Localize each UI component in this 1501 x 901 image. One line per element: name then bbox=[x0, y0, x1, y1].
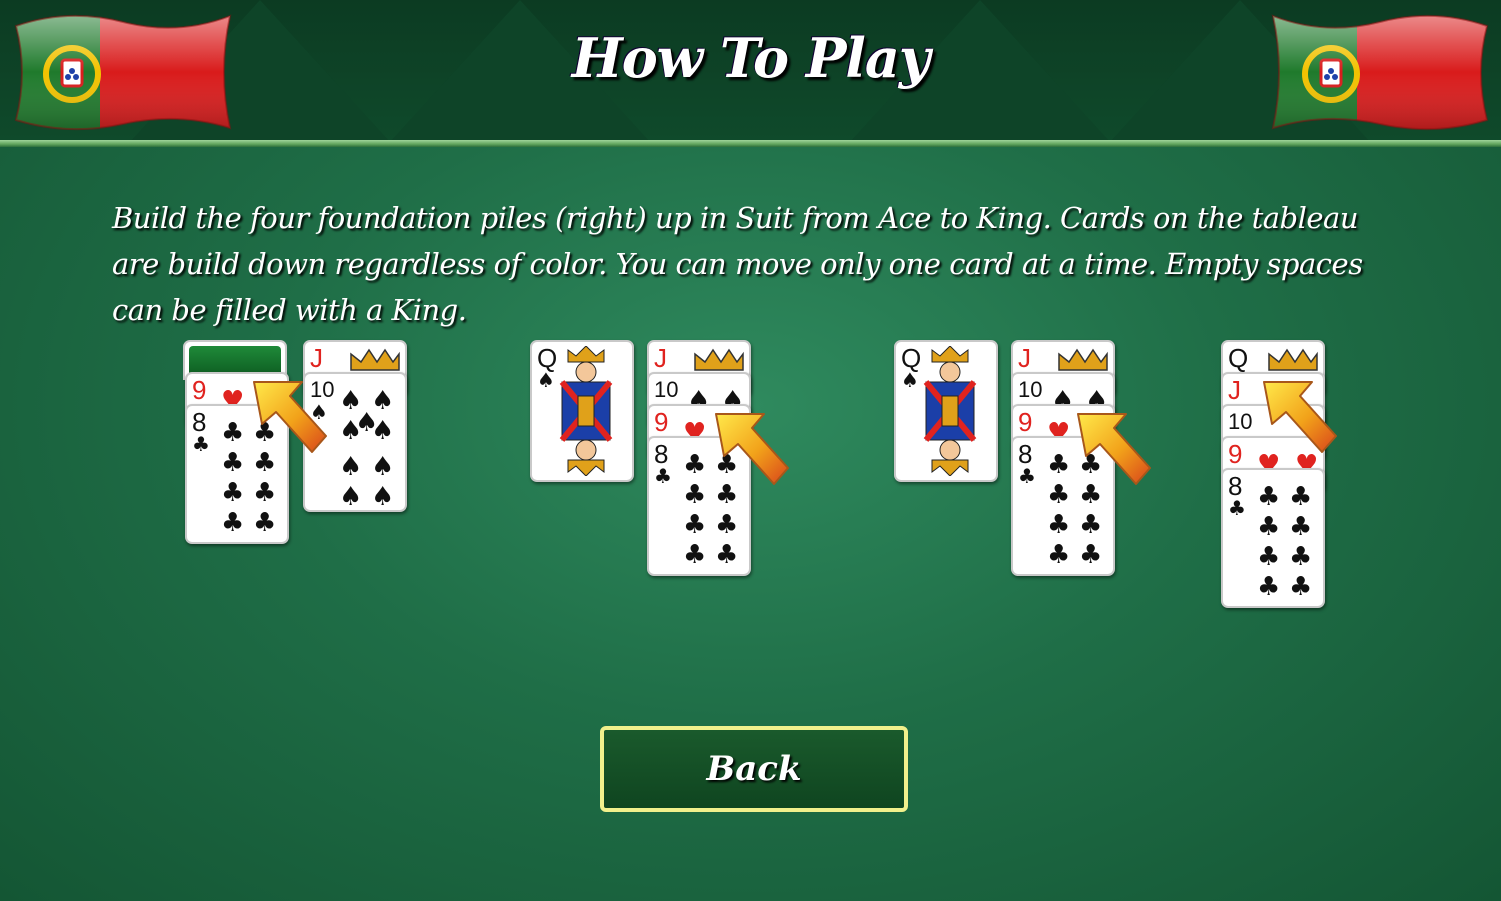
crown-icon bbox=[694, 348, 744, 371]
club-icon: ♣ bbox=[1047, 450, 1071, 480]
club-icon: ♣ bbox=[715, 510, 739, 540]
club-icon: ♣ bbox=[715, 540, 739, 570]
crown-icon bbox=[350, 348, 400, 371]
club-icon: ♣ bbox=[221, 478, 245, 508]
club-icon: ♣ bbox=[1079, 540, 1103, 570]
card-rank: J bbox=[310, 343, 323, 373]
move-arrow-icon bbox=[715, 413, 789, 485]
card-rank: 10 bbox=[1018, 377, 1043, 402]
card-rank: 9 bbox=[1228, 439, 1243, 469]
spade-icon: ♠ bbox=[371, 416, 395, 446]
club-icon: ♣ bbox=[1257, 482, 1281, 512]
club-icon: ♣ bbox=[683, 540, 707, 570]
spade-icon: ♠ bbox=[339, 482, 363, 512]
portugal-flag-icon bbox=[14, 14, 232, 131]
club-icon: ♣ bbox=[654, 464, 672, 488]
header-divider bbox=[0, 140, 1501, 147]
spade-icon: ♠ bbox=[371, 452, 395, 482]
spade-icon: ♠ bbox=[339, 452, 363, 482]
spade-icon: ♠ bbox=[371, 482, 395, 512]
card-rank: J bbox=[1228, 375, 1241, 405]
club-icon: ♣ bbox=[683, 450, 707, 480]
queen-portrait-icon bbox=[559, 346, 613, 476]
club-icon: ♣ bbox=[221, 418, 245, 448]
card-rank: 10 bbox=[654, 377, 679, 402]
crown-icon bbox=[1058, 348, 1108, 371]
club-icon: ♣ bbox=[192, 432, 210, 456]
club-icon: ♣ bbox=[1289, 572, 1313, 602]
club-icon: ♣ bbox=[253, 508, 277, 538]
move-arrow-icon bbox=[1077, 413, 1151, 485]
portugal-flag-icon bbox=[1271, 14, 1489, 131]
card-rank: 9 bbox=[1018, 407, 1033, 437]
move-arrow-icon bbox=[1263, 381, 1337, 453]
club-icon: ♣ bbox=[1289, 482, 1313, 512]
club-icon: ♣ bbox=[1257, 572, 1281, 602]
club-icon: ♣ bbox=[1018, 464, 1036, 488]
club-icon: ♣ bbox=[1079, 510, 1103, 540]
move-arrow-icon bbox=[253, 381, 327, 453]
queen-portrait-icon bbox=[923, 346, 977, 476]
card-rank: 9 bbox=[654, 407, 669, 437]
club-icon: ♣ bbox=[1289, 542, 1313, 572]
club-icon: ♣ bbox=[1047, 510, 1071, 540]
club-icon: ♣ bbox=[1257, 542, 1281, 572]
crown-icon bbox=[1268, 348, 1318, 371]
card-rank: 10 bbox=[1228, 409, 1253, 434]
club-icon: ♣ bbox=[683, 480, 707, 510]
card-eight-clubs[interactable]: 8 ♣ ♣ ♣ ♣ ♣ ♣ ♣ ♣ ♣ bbox=[1221, 468, 1325, 608]
card-queen-spades[interactable]: Q ♠ bbox=[530, 340, 634, 482]
card-rank: J bbox=[654, 343, 667, 373]
club-icon: ♣ bbox=[253, 478, 277, 508]
club-icon: ♣ bbox=[1047, 480, 1071, 510]
club-icon: ♣ bbox=[1228, 496, 1246, 520]
club-icon: ♣ bbox=[1257, 512, 1281, 542]
card-rank: Q bbox=[1228, 343, 1249, 373]
club-icon: ♣ bbox=[683, 510, 707, 540]
card-rank: 9 bbox=[192, 375, 207, 405]
club-icon: ♣ bbox=[1289, 512, 1313, 542]
card-queen-spades[interactable]: Q ♠ bbox=[894, 340, 998, 482]
card-rank: J bbox=[1018, 343, 1031, 373]
instructions-text: Build the four foundation piles (right) … bbox=[112, 201, 1363, 327]
club-icon: ♣ bbox=[221, 448, 245, 478]
back-button[interactable]: Back bbox=[600, 726, 908, 812]
club-icon: ♣ bbox=[221, 508, 245, 538]
club-icon: ♣ bbox=[1047, 540, 1071, 570]
